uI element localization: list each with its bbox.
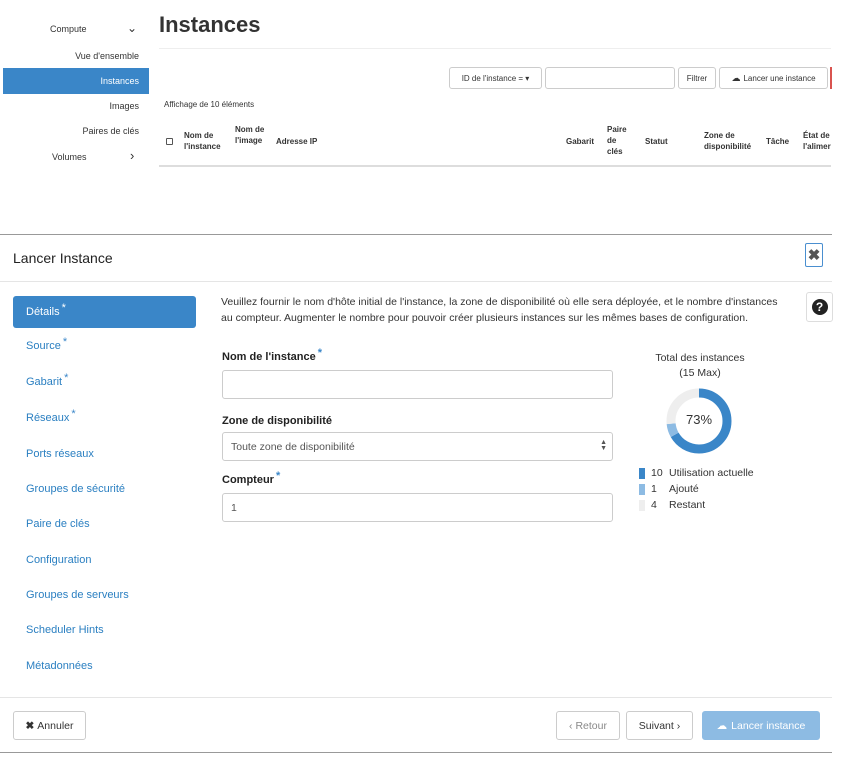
zone-select-value: Toute zone de disponibilité — [231, 440, 355, 453]
divider — [159, 165, 831, 167]
filter-button[interactable]: Filtrer — [678, 67, 716, 89]
modal-bottom-border — [0, 752, 832, 753]
column-header-statut[interactable]: Statut — [645, 136, 668, 147]
chevron-right-icon[interactable]: › — [130, 148, 134, 163]
tab-groupes-securite[interactable]: Groupes de sécurité — [26, 483, 125, 495]
column-header-zone[interactable]: Zone de disponibilité — [704, 130, 762, 152]
tab-reseaux-label: Réseaux — [26, 412, 70, 424]
instance-name-label-text: Nom de l'instance — [222, 351, 316, 363]
launch-instance-submit-button[interactable]: ☁ Lancer instance — [702, 711, 820, 740]
required-marker: * — [64, 372, 69, 384]
legend-label: Restant — [669, 499, 706, 511]
quota-percent: 73% — [685, 412, 713, 427]
tab-configuration[interactable]: Configuration — [26, 554, 91, 566]
legend-label: Ajouté — [669, 483, 699, 495]
tab-paire-cles[interactable]: Paire de clés — [26, 518, 90, 530]
sidebar-item-volumes[interactable]: Volumes — [52, 152, 87, 162]
legend-label: Utilisation actuelle — [669, 467, 754, 479]
cloud-upload-icon: ☁ — [731, 72, 741, 83]
modal-title: Lancer Instance — [13, 250, 113, 266]
zone-select[interactable]: Toute zone de disponibilité ▲ ▼ — [222, 432, 613, 461]
tab-gabarit[interactable]: Gabarit * — [26, 372, 68, 388]
legend-count: 1 — [651, 483, 657, 495]
quota-title-text: Total des instances — [655, 352, 745, 364]
tab-scheduler-hints[interactable]: Scheduler Hints — [26, 624, 104, 636]
tab-metadonnees[interactable]: Métadonnées — [26, 660, 93, 672]
select-all-checkbox[interactable] — [166, 138, 173, 145]
help-button[interactable]: ? — [806, 292, 833, 322]
column-header-nom-image[interactable]: Nom de l'image — [235, 124, 269, 146]
filter-field-select[interactable]: ID de l'instance = ▾ — [449, 67, 542, 89]
column-header-tache[interactable]: Tâche — [766, 136, 789, 147]
question-icon: ? — [811, 299, 828, 315]
tab-ports-reseaux[interactable]: Ports réseaux — [26, 448, 94, 460]
filter-input[interactable] — [545, 67, 675, 89]
tab-source-label: Source — [26, 340, 61, 352]
page-title: Instances — [159, 12, 261, 37]
sidebar-item-instances[interactable]: Instances — [3, 68, 149, 94]
column-header-paire-cles[interactable]: Paire de clés — [607, 124, 633, 157]
quota-max: (15 Max) — [679, 367, 721, 379]
compteur-input[interactable]: 1 — [222, 493, 613, 522]
delete-button-edge[interactable] — [830, 67, 847, 89]
column-header-etat[interactable]: État de l'alimer — [803, 130, 847, 152]
item-count: Affichage de 10 éléments — [164, 100, 255, 109]
legend-item-added: 1 Ajouté — [639, 483, 699, 495]
required-marker: * — [61, 302, 66, 314]
instance-name-label: Nom de l'instance * — [222, 347, 322, 363]
back-button[interactable]: ‹ Retour — [556, 711, 620, 740]
tab-source[interactable]: Source * — [26, 336, 67, 352]
legend-swatch — [639, 467, 645, 479]
cancel-button[interactable]: ✖ Annuler — [13, 711, 86, 740]
column-header-gabarit[interactable]: Gabarit — [566, 136, 594, 147]
tab-details[interactable]: Détails * — [13, 296, 196, 328]
next-button[interactable]: Suivant › — [626, 711, 693, 740]
required-marker: * — [275, 470, 281, 482]
required-marker: * — [62, 336, 68, 348]
legend-swatch — [639, 483, 645, 495]
divider — [159, 48, 831, 49]
quota-title: Total des instances (15 Max) — [630, 351, 770, 381]
sidebar-item-paires-cles[interactable]: Paires de clés — [82, 126, 139, 136]
compteur-label: Compteur * — [222, 470, 280, 486]
intro-text: Veuillez fournir le nom d'hôte initial d… — [221, 296, 778, 324]
close-icon: ✖ — [25, 719, 35, 732]
legend-count: 4 — [651, 499, 657, 511]
launch-instance-button[interactable]: ☁ Lancer une instance — [719, 67, 828, 89]
legend-item-used: 10 Utilisation actuelle — [639, 467, 754, 479]
divider — [0, 281, 832, 282]
sidebar-item-compute[interactable]: Compute — [50, 24, 87, 34]
zone-label: Zone de disponibilité — [222, 415, 332, 427]
legend-swatch — [639, 499, 645, 511]
modal-top-border — [0, 234, 832, 235]
required-marker: * — [71, 408, 76, 420]
launch-instance-label: Lancer une instance — [743, 73, 816, 83]
launch-instance-submit-label: Lancer instance — [731, 719, 806, 732]
column-header-adresse-ip[interactable]: Adresse IP — [276, 136, 317, 147]
tab-details-label: Détails — [26, 306, 60, 318]
sidebar-item-vue-ensemble[interactable]: Vue d'ensemble — [75, 51, 139, 61]
instance-name-input[interactable] — [222, 370, 613, 399]
required-marker: * — [317, 347, 322, 359]
select-arrows-icon: ▲ ▼ — [600, 439, 607, 452]
sidebar-item-images[interactable]: Images — [109, 101, 139, 111]
chevron-down-icon[interactable]: ⌄ — [127, 21, 137, 35]
tab-groupes-serveurs[interactable]: Groupes de serveurs — [26, 589, 129, 601]
legend-count: 10 — [651, 467, 663, 479]
close-icon[interactable]: ✖ — [805, 243, 823, 267]
cloud-upload-icon: ☁ — [716, 719, 728, 732]
cancel-label: Annuler — [37, 719, 74, 732]
divider — [0, 697, 832, 698]
tab-reseaux[interactable]: Réseaux * — [26, 408, 76, 424]
column-header-nom-instance[interactable]: Nom de l'instance — [184, 130, 228, 152]
tab-gabarit-label: Gabarit — [26, 376, 63, 388]
compteur-label-text: Compteur — [222, 474, 274, 486]
legend-item-remaining: 4 Restant — [639, 499, 705, 511]
